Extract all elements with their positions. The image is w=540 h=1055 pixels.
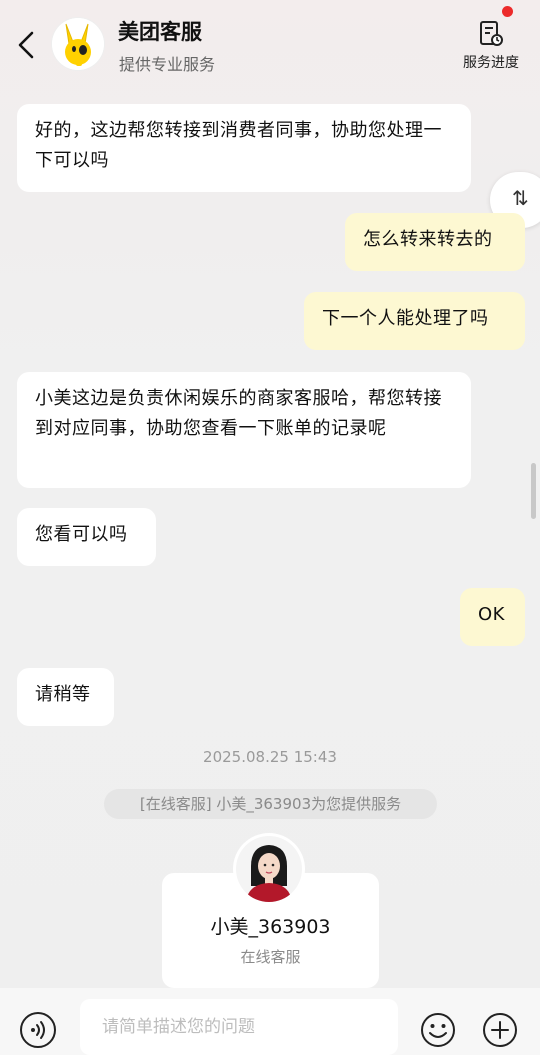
message-text: 下一个人能处理了吗 — [322, 308, 489, 329]
message-bubble-agent: 请稍等 — [17, 668, 114, 726]
message-bubble-agent: 小美这边是负责休闲娱乐的商家客服哈，帮您转接到对应同事，协助您查看一下账单的记录… — [17, 372, 471, 488]
page-title: 美团客服 — [118, 20, 202, 44]
emoji-icon[interactable] — [420, 1012, 456, 1048]
message-bubble-agent: 您看可以吗 — [17, 508, 156, 566]
back-arrow-icon[interactable] — [14, 30, 40, 60]
message-bubble-user: 下一个人能处理了吗 — [304, 292, 525, 350]
progress-document-icon — [480, 21, 503, 46]
message-text: 怎么转来转去的 — [363, 229, 493, 250]
message-bubble-user: OK — [460, 588, 525, 646]
message-timestamp: 2025.08.25 15:43 — [203, 748, 337, 766]
transfer-arrows-icon: ⇅ — [512, 186, 529, 210]
voice-icon[interactable] — [20, 1012, 56, 1048]
message-bubble-user: 怎么转来转去的 — [345, 213, 525, 271]
page-subtitle: 提供专业服务 — [119, 55, 216, 74]
service-progress-label: 服务进度 — [463, 55, 519, 71]
message-text: 请稍等 — [35, 684, 91, 705]
service-progress-button[interactable]: 服务进度 — [455, 20, 527, 74]
message-text: OK — [478, 604, 505, 625]
chat-header: 美团客服 提供专业服务 服务进度 — [0, 0, 540, 100]
scrollbar[interactable] — [531, 463, 536, 519]
message-text: 小美这边是负责休闲娱乐的商家客服哈，帮您转接到对应同事，协助您查看一下账单的记录… — [35, 388, 442, 439]
agent-name: 小美_363903 — [210, 916, 331, 938]
plus-icon[interactable] — [482, 1012, 518, 1048]
message-input[interactable] — [80, 999, 398, 1055]
message-bubble-agent: 好的，这边帮您转接到消费者同事，协助您处理一下可以吗 — [17, 104, 471, 192]
system-note: [在线客服] 小美_363903为您提供服务 — [104, 789, 437, 819]
message-text: 您看可以吗 — [35, 524, 128, 545]
agent-role: 在线客服 — [240, 948, 301, 966]
message-text: 好的，这边帮您转接到消费者同事，协助您处理一下可以吗 — [35, 120, 442, 171]
agent-avatar — [236, 836, 302, 902]
notification-dot — [502, 6, 513, 17]
meituan-kangaroo-logo — [52, 18, 104, 70]
